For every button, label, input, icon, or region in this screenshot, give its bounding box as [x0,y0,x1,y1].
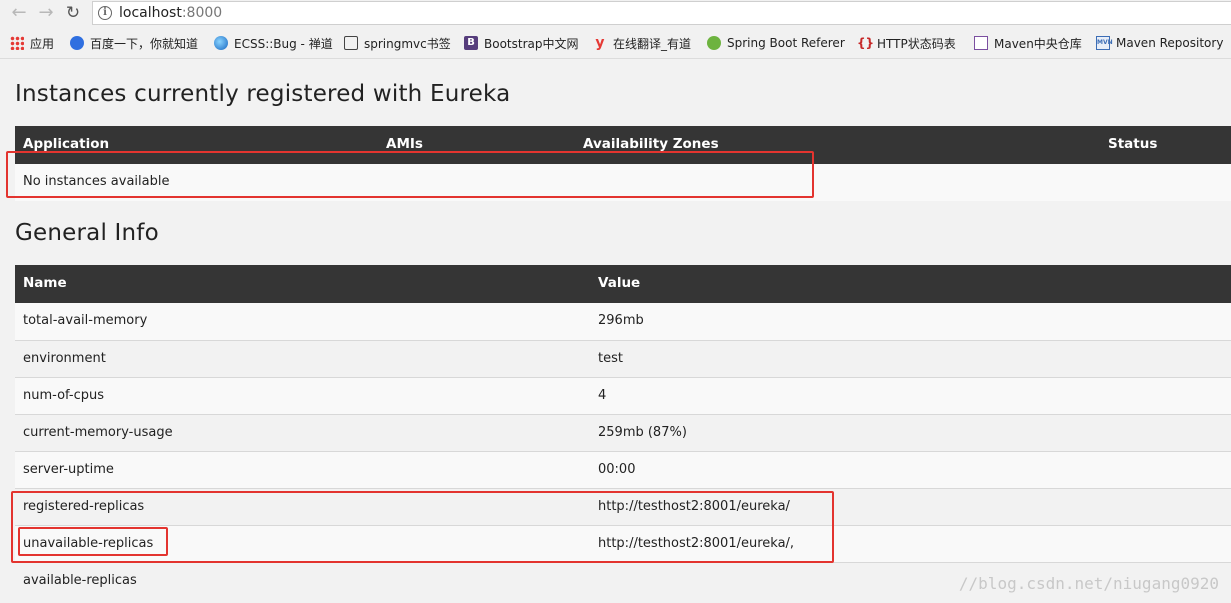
row-name: server-uptime [23,462,114,477]
reload-icon[interactable]: ↻ [62,2,84,24]
general-table-header: Name Value [15,265,1231,303]
bookmark-label: Maven Repository [1116,36,1224,50]
col-application: Application [23,136,110,152]
mvn-repo-icon: MVN [1096,36,1113,50]
table-row: unavailable-replicas http://testhost2:80… [15,525,1231,562]
bookmark-baidu[interactable]: 百度一下，你就知道 [70,34,198,52]
row-value: 259mb (87%) [598,425,687,440]
instances-empty-row: No instances available [15,164,1231,201]
col-name: Name [23,275,67,291]
apps-grid-icon [10,36,24,50]
bookmark-bootstrap[interactable]: B Bootstrap中文网 [464,34,578,52]
row-name: current-memory-usage [23,425,173,440]
info-icon[interactable]: i [98,6,112,20]
row-name: environment [23,351,106,366]
browser-chrome: ← → ↻ i localhost:8000 应用 百度一下，你就知道 ECSS… [0,0,1231,59]
bookmark-label: Spring Boot Referer [727,36,845,50]
browser-nav-row: ← → ↻ i localhost:8000 [0,0,1231,26]
bookmark-label: 应用 [30,36,55,51]
col-amis: AMIs [386,136,423,152]
row-value: 00:00 [598,462,636,477]
table-row: registered-replicas http://testhost2:800… [15,488,1231,525]
table-row: num-of-cpus 4 [15,377,1231,414]
back-arrow-icon[interactable]: ← [8,2,30,24]
spring-leaf-icon [707,36,721,50]
book-icon [344,36,358,50]
bookmark-springmvc[interactable]: springmvc书签 [344,34,451,52]
bookmark-label: Maven中央仓库 [994,36,1082,51]
table-row: current-memory-usage 259mb (87%) [15,414,1231,451]
row-name: unavailable-replicas [23,536,154,551]
bookmark-label: HTTP状态码表 [877,36,956,51]
row-name: registered-replicas [23,499,145,514]
bookmark-label: springmvc书签 [364,36,451,51]
bookmark-spring-boot[interactable]: Spring Boot Referer [707,34,847,52]
ecss-globe-icon [214,36,228,50]
bookmark-ecss[interactable]: ECSS::Bug - 禅道 [214,34,333,52]
bookmark-label: ECSS::Bug - 禅道 [234,36,333,51]
row-name: num-of-cpus [23,388,104,403]
address-bar[interactable]: i localhost:8000 [92,1,1231,25]
watermark: //blog.csdn.net/niugang0920 [958,574,1219,593]
instances-title: Instances currently registered with Eure… [15,81,511,107]
bookmark-youdao[interactable]: y 在线翻译_有道 [593,34,691,52]
row-value: 296mb [598,313,644,328]
table-row: server-uptime 00:00 [15,451,1231,488]
row-value: http://testhost2:8001/eureka/ [598,499,790,514]
table-row: total-avail-memory 296mb [15,303,1231,340]
row-value: http://testhost2:8001/eureka/, [598,536,795,551]
col-status: Status [1108,136,1158,152]
bookmark-maven-repository[interactable]: MVN Maven Repository [1096,34,1223,52]
table-row: environment test [15,340,1231,377]
general-info-title: General Info [15,220,159,246]
col-value: Value [598,275,641,291]
forward-arrow-icon[interactable]: → [35,2,57,24]
braces-icon: {} [857,36,875,50]
col-availability-zones: Availability Zones [583,136,719,152]
bookmark-http-status[interactable]: {} HTTP状态码表 [857,34,956,52]
bookmarks-bar: 应用 百度一下，你就知道 ECSS::Bug - 禅道 springmvc书签 … [0,30,1231,56]
maven-icon [974,36,988,50]
eureka-dashboard: Instances currently registered with Eure… [0,59,1231,603]
instances-table-header: Application AMIs Availability Zones Stat… [15,126,1231,164]
bookmark-label: 在线翻译_有道 [613,36,692,51]
url-host: localhost [119,5,182,21]
row-value: 4 [598,388,607,403]
bookmark-maven-central[interactable]: Maven中央仓库 [974,34,1082,52]
youdao-icon: y [595,35,605,51]
row-value: test [598,351,623,366]
row-name: available-replicas [23,573,137,588]
bookmark-apps[interactable]: 应用 [10,34,54,52]
row-name: total-avail-memory [23,313,148,328]
no-instances-text: No instances available [23,174,170,189]
bootstrap-icon: B [464,36,478,50]
bookmark-label: Bootstrap中文网 [484,36,579,51]
bookmark-label: 百度一下，你就知道 [90,36,199,51]
baidu-paw-icon [70,36,84,50]
url-text[interactable]: localhost:8000 [119,5,222,21]
url-port: :8000 [181,5,223,21]
